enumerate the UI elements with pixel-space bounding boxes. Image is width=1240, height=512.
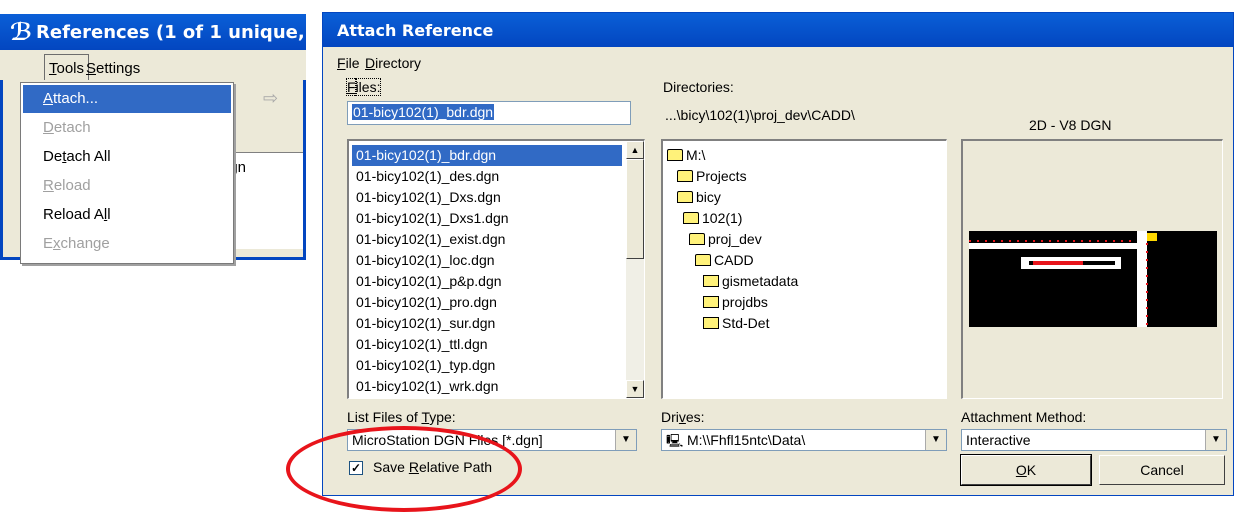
file-list-item[interactable]: 01-bicy102(1)_wrk.dgn (352, 376, 622, 397)
menu-item-reload: Reload (43, 177, 91, 194)
open-folder-icon (667, 149, 683, 161)
menu-item-detach: Detach (43, 119, 91, 136)
scroll-up-button[interactable]: ▲ (626, 141, 644, 159)
dialog-title: Attach Reference (337, 21, 494, 40)
open-folder-icon (677, 170, 693, 182)
file-list-item[interactable]: 01-bicy102(1)_exist.dgn (352, 229, 622, 250)
menu-item-exchange: Exchange (43, 235, 110, 252)
file-list-item[interactable]: 01-bicy102(1)_sur.dgn (352, 313, 622, 334)
file-list-item[interactable]: 01-bicy102(1)_pro.dgn (352, 292, 622, 313)
menu-item-reload-all[interactable]: Reload All (23, 201, 231, 229)
menu-directory[interactable]: Directory (365, 55, 421, 71)
list-files-type-label: List Files of Type: (347, 409, 456, 425)
directory-list-item[interactable]: 102(1) (683, 208, 742, 229)
folder-icon (703, 275, 719, 287)
chevron-down-icon[interactable]: ▼ (925, 430, 946, 450)
open-folder-icon (689, 233, 705, 245)
file-name-input[interactable]: 01-bicy102(1)_bdr.dgn (347, 101, 631, 125)
directory-name: Projects (696, 168, 747, 184)
menu-item-detach-all[interactable]: Detach All (23, 143, 231, 171)
directory-name: gismetadata (722, 273, 799, 289)
file-list-item[interactable]: 01-bicy102(1)_Dxs.dgn (352, 187, 622, 208)
directory-list[interactable]: M:\ Projects bicy 102(1) proj_dev CADD gismeta… (661, 139, 947, 399)
attachment-method-label: Attachment Method: (961, 409, 1087, 425)
references-title: References (1 of 1 unique, (36, 22, 305, 43)
attachment-method-select[interactable]: Interactive ▼ (961, 429, 1227, 451)
directory-list-item[interactable]: Projects (677, 166, 747, 187)
menu-settings[interactable]: Settings (86, 60, 140, 77)
files-label: Files: (346, 78, 382, 96)
directory-name: proj_dev (708, 231, 762, 247)
current-directory-path: ...\bicy\102(1)\proj_dev\CADD\ (665, 107, 855, 123)
file-name-value[interactable]: 01-bicy102(1)_bdr.dgn (352, 104, 495, 120)
directory-list-item[interactable]: gismetadata (703, 271, 798, 292)
references-window: ℬ References (1 of 1 unique, Tools Setti… (0, 0, 306, 264)
tools-dropdown-menu: Attach... Detach Detach All Reload Reloa… (20, 82, 234, 264)
attachment-method-value: Interactive (966, 432, 1031, 448)
attach-reference-dialog: Attach Reference File Directory Files: 0… (322, 12, 1234, 496)
cancel-button[interactable]: Cancel (1099, 455, 1225, 485)
directory-name: bicy (696, 189, 721, 205)
directory-list-item[interactable]: Std-Det (703, 313, 769, 334)
file-list-item[interactable]: 01-bicy102(1)_Dxs1.dgn (352, 208, 622, 229)
scroll-down-button[interactable]: ▼ (626, 380, 644, 398)
preview-drawing-svg (969, 231, 1157, 327)
file-list-item[interactable]: 01-bicy102(1)_typ.dgn (352, 355, 622, 376)
directory-list-item[interactable]: projdbs (703, 292, 768, 313)
directory-list-item[interactable]: bicy (677, 187, 721, 208)
folder-icon (703, 317, 719, 329)
folder-icon (703, 296, 719, 308)
menu-item-attach[interactable]: Attach... (23, 85, 231, 113)
file-list-item[interactable]: 01-bicy102(1)_ttl.dgn (352, 334, 622, 355)
file-list-item[interactable]: 01-bicy102(1)_p&p.dgn (352, 271, 622, 292)
directory-name: Std-Det (722, 315, 770, 331)
preview-type-label: 2D - V8 DGN (1029, 117, 1112, 133)
directory-name: projdbs (722, 294, 768, 310)
menu-file[interactable]: File (337, 55, 360, 71)
directory-name: 102(1) (702, 210, 743, 226)
drive-select[interactable]: 🖳 M:\\Fhfl15ntc\Data\ ▼ (661, 429, 947, 451)
file-list[interactable]: 01-bicy102(1)_bdr.dgn 01-bicy102(1)_des.d… (347, 139, 645, 399)
drive-value: M:\\Fhfl15ntc\Data\ (686, 432, 806, 448)
scroll-thumb[interactable] (626, 159, 644, 259)
microstation-logo-icon: ℬ (10, 18, 33, 46)
file-list-item[interactable]: 01-bicy102(1)_des.dgn (352, 166, 622, 187)
directories-label: Directories: (663, 79, 734, 95)
file-list-scrollbar[interactable]: ▲ ▼ (626, 141, 644, 398)
highlight-annotation-ellipse (286, 426, 522, 512)
dialog-title-bar: Attach Reference (323, 13, 1233, 47)
preview-pane (961, 139, 1223, 399)
drawing-preview (969, 231, 1217, 327)
menu-tools[interactable]: Tools (44, 54, 90, 82)
file-list-item[interactable]: 01-bicy102(1)_loc.dgn (352, 250, 622, 271)
directory-list-item[interactable]: M:\ (667, 145, 705, 166)
directory-name: CADD (714, 252, 754, 268)
open-folder-icon (677, 191, 693, 203)
directory-name: M:\ (686, 147, 706, 163)
references-title-bar: ℬ References (1 of 1 unique, (0, 14, 306, 50)
directory-list-item[interactable]: CADD (695, 250, 754, 271)
references-menubar: Tools Settings (0, 50, 306, 82)
open-folder-icon (695, 254, 711, 266)
network-drive-icon: 🖳 (666, 433, 687, 448)
chevron-down-icon[interactable]: ▼ (1205, 430, 1226, 450)
ok-button[interactable]: OK (960, 454, 1092, 486)
directory-list-item[interactable]: proj_dev (689, 229, 762, 250)
open-folder-icon (683, 212, 699, 224)
toolbar-move-icon[interactable]: ⇨ (263, 88, 278, 109)
file-list-item[interactable]: 01-bicy102(1)_bdr.dgn (352, 145, 622, 166)
chevron-down-icon[interactable]: ▼ (615, 430, 636, 450)
drives-label: Drives: (661, 409, 705, 425)
